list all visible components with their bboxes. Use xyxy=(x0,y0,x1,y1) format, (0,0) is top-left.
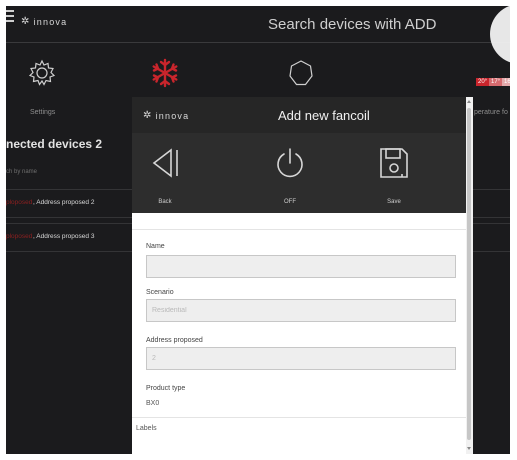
scenario-label: Scenario xyxy=(146,289,174,296)
power-button[interactable] xyxy=(286,58,316,93)
scenario-input[interactable] xyxy=(146,299,456,322)
temperature-label: perature fo xyxy=(474,109,508,116)
menu-icon[interactable] xyxy=(6,10,14,25)
device-address: , Address proposed 2 xyxy=(33,199,95,206)
innova-logo: ✲ innova xyxy=(21,16,68,27)
temp-badge: 17° xyxy=(489,78,503,86)
snowflake-icon xyxy=(152,58,178,88)
scroll-down-icon[interactable] xyxy=(467,447,471,450)
logo-mark-icon: ✲ xyxy=(143,110,153,121)
corner-circle-button[interactable] xyxy=(490,6,510,64)
cooling-button[interactable] xyxy=(150,58,180,93)
power-icon xyxy=(289,60,313,86)
labels-heading: Labels xyxy=(136,425,157,432)
temp-badge: 20° xyxy=(476,78,490,86)
modal-header: ✲ innova Add new fancoil xyxy=(132,97,473,133)
page-title: Search devices with ADD xyxy=(268,16,437,33)
name-label: Name xyxy=(146,243,165,250)
back-icon xyxy=(152,148,178,178)
header-divider xyxy=(6,42,510,43)
product-type-label: Product type xyxy=(146,385,186,392)
modal-form: Name Scenario Address proposed Product t… xyxy=(132,213,466,454)
device-address: , Address proposed 3 xyxy=(33,233,95,240)
address-label: Address proposed xyxy=(146,337,203,344)
save-icon xyxy=(380,148,408,178)
scrollbar-thumb[interactable] xyxy=(467,108,471,440)
save-label: Save xyxy=(387,199,401,205)
device-status: ploposed xyxy=(6,199,33,206)
save-button[interactable]: Save xyxy=(364,133,424,213)
logo-mark-icon: ✲ xyxy=(21,16,31,27)
modal-title: Add new fancoil xyxy=(278,108,370,123)
gear-icon xyxy=(28,59,56,86)
app-window: ✲ innova Search devices with ADD Setting… xyxy=(6,6,510,454)
temp-badge: 16 xyxy=(502,78,510,86)
divider xyxy=(132,229,466,230)
settings-label: Settings xyxy=(30,109,56,116)
modal-toolbar: Back OFF Save xyxy=(132,133,473,213)
name-input[interactable] xyxy=(146,255,456,278)
modal-scrollbar[interactable] xyxy=(466,97,473,454)
back-button[interactable]: Back xyxy=(135,133,195,213)
settings-button[interactable] xyxy=(27,58,57,93)
innova-logo: ✲ innova xyxy=(143,110,190,121)
divider xyxy=(132,417,466,418)
address-input[interactable] xyxy=(146,347,456,370)
product-type-value: BX0 xyxy=(146,400,160,407)
connected-devices-title: nected devices 2 xyxy=(6,137,103,151)
add-fancoil-modal: ✲ innova Add new fancoil Back OFF Save N… xyxy=(132,97,473,454)
off-button[interactable]: OFF xyxy=(260,133,320,213)
device-search-placeholder[interactable]: ch by name xyxy=(6,169,37,175)
off-label: OFF xyxy=(284,199,296,205)
power-icon xyxy=(277,148,303,178)
scroll-up-icon[interactable] xyxy=(467,100,471,103)
device-status: ploposed xyxy=(6,233,33,240)
back-label: Back xyxy=(158,199,172,205)
